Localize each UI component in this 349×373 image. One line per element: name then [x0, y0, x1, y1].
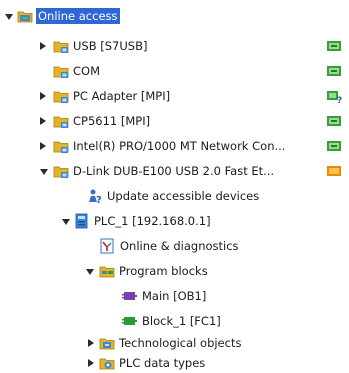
tree-node-block1-fc1[interactable]: Block_1 [FC1] — [0, 311, 349, 331]
tree-node-com[interactable]: COM — [0, 61, 349, 81]
expand-arrow-icon[interactable] — [88, 339, 94, 347]
online-access-folder-icon — [17, 11, 33, 23]
tree-node-label: Online & diagnostics — [120, 239, 239, 253]
project-tree: Online access USB [S7USB] COM PC Adapter… — [0, 0, 349, 370]
tree-node-label: Online access — [36, 8, 120, 24]
tree-node-dlink[interactable]: D-Link DUB-E100 USB 2.0 Fast Et... — [0, 161, 349, 181]
expand-arrow-icon[interactable] — [5, 14, 13, 20]
tree-node-pc-adapter[interactable]: PC Adapter [MPI] ? — [0, 86, 349, 106]
tree-node-label: USB [S7USB] — [73, 39, 148, 53]
expand-arrow-icon[interactable] — [40, 117, 46, 125]
plc-icon — [75, 213, 88, 229]
tree-node-label: PLC_1 [192.168.0.1] — [94, 214, 211, 228]
tree-node-technological-objects[interactable]: Technological objects — [0, 333, 349, 353]
fc-block-icon — [122, 317, 137, 325]
status-online-icon — [327, 141, 341, 151]
program-blocks-folder-icon — [99, 266, 115, 278]
folder-network-icon — [53, 141, 69, 153]
tree-node-label: CP5611 [MPI] — [73, 114, 151, 128]
tree-node-online-access[interactable]: Online access — [0, 6, 349, 26]
tree-node-plc[interactable]: PLC_1 [192.168.0.1] — [0, 211, 349, 231]
tree-node-online-diagnostics[interactable]: Online & diagnostics — [0, 236, 349, 256]
technological-objects-folder-icon — [99, 338, 115, 350]
tree-node-update-accessible-devices[interactable]: ? Update accessible devices — [0, 186, 349, 206]
status-online-icon — [327, 41, 341, 51]
expand-arrow-icon[interactable] — [40, 42, 46, 50]
svg-text:?: ? — [337, 96, 342, 104]
tree-node-label: Block_1 [FC1] — [142, 314, 221, 328]
tree-node-plc-data-types[interactable]: PLC data types — [0, 353, 349, 373]
folder-network-icon — [53, 41, 69, 53]
folder-network-icon — [53, 66, 69, 78]
tree-node-label: D-Link DUB-E100 USB 2.0 Fast Et... — [73, 164, 275, 178]
tree-node-label: Technological objects — [119, 336, 242, 350]
tree-node-program-blocks[interactable]: Program blocks — [0, 261, 349, 281]
tree-node-main-ob1[interactable]: Main [OB1] — [0, 286, 349, 306]
plc-data-types-folder-icon — [99, 358, 115, 370]
svg-text:?: ? — [96, 195, 102, 204]
expand-arrow-icon[interactable] — [40, 169, 48, 175]
status-unknown-icon: ? — [327, 91, 342, 104]
status-online-icon — [327, 66, 341, 76]
status-online-icon — [327, 116, 341, 126]
expand-arrow-icon[interactable] — [40, 142, 46, 150]
expand-arrow-icon[interactable] — [62, 219, 70, 225]
folder-network-icon — [53, 91, 69, 103]
expand-arrow-icon[interactable] — [40, 92, 46, 100]
tree-node-label: Intel(R) PRO/1000 MT Network Con... — [73, 139, 286, 153]
expand-arrow-icon[interactable] — [88, 359, 94, 367]
update-devices-icon: ? — [89, 189, 102, 204]
tree-node-intel-pro[interactable]: Intel(R) PRO/1000 MT Network Con... — [0, 136, 349, 156]
tree-node-label: Main [OB1] — [142, 289, 207, 303]
tree-node-label: COM — [73, 64, 101, 78]
tree-node-usb[interactable]: USB [S7USB] — [0, 36, 349, 56]
tree-node-label: Program blocks — [119, 264, 208, 278]
status-connected-icon — [327, 166, 341, 176]
tree-node-cp5611[interactable]: CP5611 [MPI] — [0, 111, 349, 131]
tree-node-label: Update accessible devices — [107, 189, 260, 203]
folder-network-icon — [53, 116, 69, 128]
ob-block-icon — [122, 292, 137, 300]
expand-arrow-icon[interactable] — [86, 269, 94, 275]
tree-node-label: PC Adapter [MPI] — [73, 89, 171, 103]
diagnostics-icon — [100, 238, 114, 254]
folder-network-icon — [53, 166, 69, 178]
